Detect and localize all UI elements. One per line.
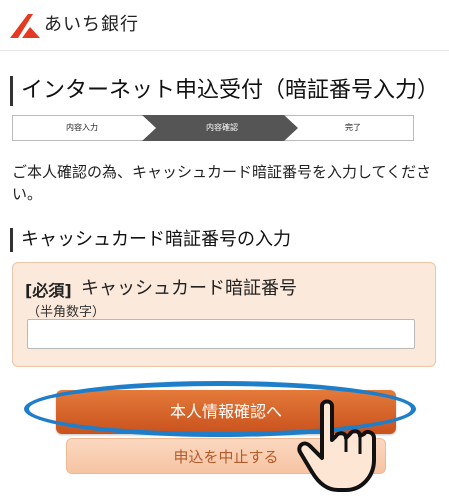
section-title: キャッシュカード暗証番号の入力 — [10, 228, 291, 252]
bank-name: あいち銀行 — [44, 14, 139, 35]
pin-field-label: キャッシュカード暗証番号 — [81, 278, 297, 299]
pin-field-hint: （半角数字） — [27, 305, 106, 320]
pin-form-card: [必須] キャッシュカード暗証番号 （半角数字） — [12, 262, 436, 367]
step-input: 内容入力 — [66, 123, 98, 132]
step-complete: 完了 — [345, 123, 361, 132]
intro-text: ご本人確認の為、キャッシュカード暗証番号を入力してください。 — [12, 163, 432, 203]
pointing-hand-icon — [297, 399, 376, 492]
app-header: あいち銀行 — [0, 0, 449, 51]
bank-logo-icon — [10, 14, 40, 38]
pin-input[interactable] — [27, 319, 415, 349]
page-title: インターネット申込受付（暗証番号入力） — [10, 76, 439, 106]
step-confirm: 内容確認 — [206, 123, 238, 132]
required-tag: [必須] — [25, 281, 72, 300]
progress-steps: 内容入力 内容確認 完了 — [12, 115, 414, 141]
